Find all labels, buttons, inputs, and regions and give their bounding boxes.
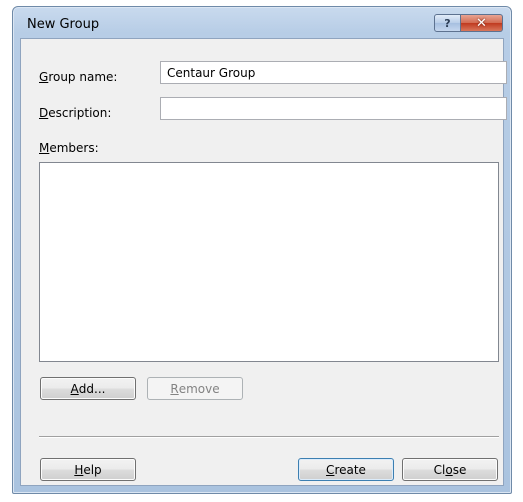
description-input[interactable] xyxy=(160,97,507,120)
dialog-client-area: Group name: Description: Members: Add...… xyxy=(20,38,507,486)
members-label: Members: xyxy=(39,141,99,155)
close-button-label-rest: se xyxy=(452,462,467,477)
members-listbox[interactable] xyxy=(39,162,499,362)
add-button-key: A xyxy=(70,381,79,396)
close-icon: ✕ xyxy=(476,15,487,31)
create-button[interactable]: Create xyxy=(298,458,394,481)
help-button-key: H xyxy=(74,462,84,477)
close-button[interactable]: Cl o se xyxy=(402,458,498,481)
title-bar[interactable]: New Group ? ✕ xyxy=(13,7,511,37)
question-icon: ? xyxy=(444,16,451,30)
create-button-key: C xyxy=(326,462,335,477)
remove-button-key: R xyxy=(170,381,179,396)
close-title-button[interactable]: ✕ xyxy=(461,14,503,32)
title-bar-buttons: ? ✕ xyxy=(434,14,503,32)
remove-button[interactable]: Remove xyxy=(147,377,243,400)
help-button[interactable]: Help xyxy=(40,458,136,481)
help-title-button[interactable]: ? xyxy=(434,14,461,32)
close-button-key: o xyxy=(445,462,453,477)
window-title: New Group xyxy=(27,17,100,32)
separator xyxy=(39,436,499,438)
create-button-label: reate xyxy=(334,462,366,477)
add-button-label: dd... xyxy=(78,381,106,396)
group-name-input[interactable] xyxy=(160,61,507,84)
remove-button-label: emove xyxy=(178,381,220,396)
add-button[interactable]: Add... xyxy=(40,377,136,400)
new-group-dialog: New Group ? ✕ Group name: Description: M… xyxy=(12,6,512,494)
close-button-label-pre: Cl xyxy=(433,462,446,477)
group-name-label: Group name: xyxy=(39,70,118,84)
help-button-label: elp xyxy=(83,462,102,477)
description-label: Description: xyxy=(39,106,112,120)
